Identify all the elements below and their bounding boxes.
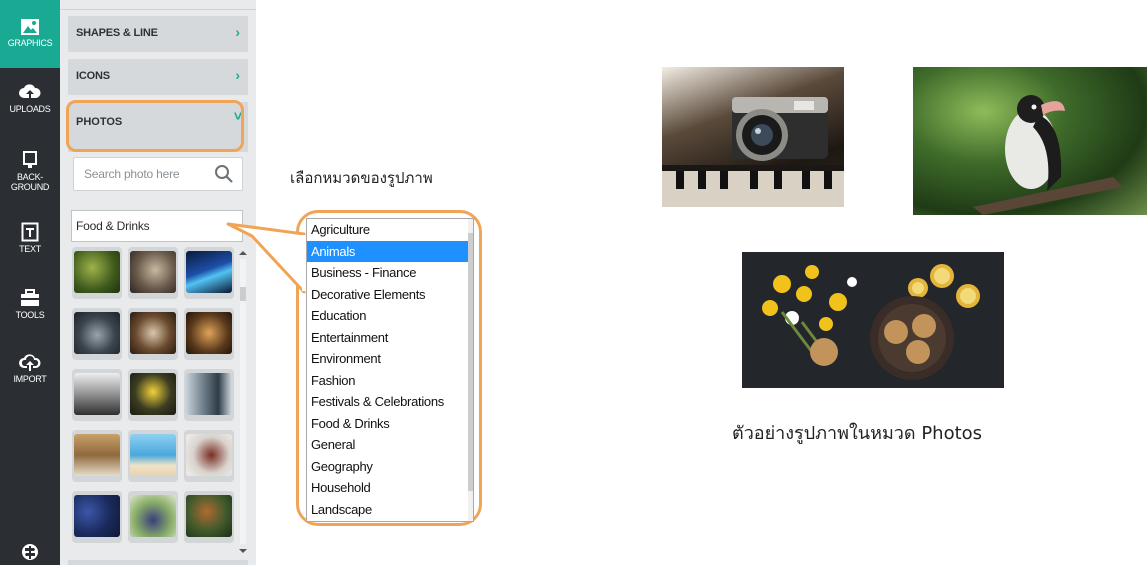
category-option[interactable]: Household	[307, 477, 473, 499]
scroll-down-arrow-icon[interactable]	[239, 549, 247, 553]
accordion-shapes-line[interactable]: SHAPES & LINE ›	[68, 16, 248, 52]
category-option[interactable]: Entertainment	[307, 327, 473, 349]
tool-uploads[interactable]: UPLOADS	[0, 84, 60, 114]
tool-import[interactable]: IMPORT	[0, 354, 60, 384]
photo-thumbnail[interactable]	[128, 308, 178, 360]
photo-thumbnail[interactable]	[128, 247, 178, 299]
category-option[interactable]: Agriculture	[307, 219, 473, 241]
category-option[interactable]: Decorative Elements	[307, 284, 473, 306]
cloud-upload-icon	[19, 84, 41, 100]
tool-label: GRAPHICS	[7, 38, 53, 48]
accordion-label: ICONS	[76, 70, 110, 82]
category-option[interactable]: Business - Finance	[307, 262, 473, 284]
food-illustration	[762, 264, 980, 380]
example-photos-caption: ตัวอย่างรูปภาพในหมวด Photos	[732, 423, 983, 444]
bird-illustration	[973, 95, 1123, 215]
panel-divider	[60, 9, 256, 10]
photo-thumbnail[interactable]	[184, 308, 234, 360]
accordion-icons[interactable]: ICONS ›	[68, 59, 248, 95]
category-option[interactable]: Education	[307, 305, 473, 327]
tool-background[interactable]: BACK- GROUND	[0, 150, 60, 192]
camera-illustration	[662, 97, 844, 207]
tool-label: BACK-	[16, 172, 43, 182]
main-toolbar: GRAPHICS UPLOADS BACK- GROUND TEXT TOOLS…	[0, 0, 60, 565]
chevron-right-icon: ›	[235, 24, 240, 40]
photo-thumbnail[interactable]	[72, 369, 122, 421]
chevron-right-icon: ›	[235, 67, 240, 83]
signpost-icon	[22, 544, 38, 560]
background-icon	[23, 151, 37, 168]
photo-thumbnail[interactable]	[184, 430, 234, 482]
tool-tools[interactable]: TOOLS	[0, 288, 60, 320]
photo-thumbnail[interactable]	[184, 369, 234, 421]
photo-thumbnail[interactable]	[72, 308, 122, 360]
tool-bottom[interactable]	[0, 543, 60, 563]
photo-thumbnail[interactable]	[72, 491, 122, 543]
photo-thumbnail[interactable]	[184, 491, 234, 543]
import-icon	[19, 354, 41, 371]
tool-label: IMPORT	[13, 374, 47, 384]
listbox-scrollbar-thumb[interactable]	[468, 233, 473, 491]
photo-thumbnail-grid	[72, 247, 238, 557]
photo-thumbnail[interactable]	[72, 247, 122, 299]
image-icon	[21, 19, 39, 35]
category-option[interactable]: Environment	[307, 348, 473, 370]
category-select[interactable]: Food & Drinks	[71, 210, 243, 242]
category-option[interactable]: Landscape	[307, 499, 473, 521]
category-option[interactable]: Food & Drinks	[307, 413, 473, 435]
sample-photo-food	[742, 252, 1004, 388]
toolbox-icon	[21, 289, 39, 306]
tool-graphics[interactable]: GRAPHICS	[0, 0, 60, 68]
tool-label: GROUND	[10, 182, 50, 192]
tool-label: TOOLS	[15, 310, 45, 320]
listbox-scrollbar[interactable]	[468, 219, 473, 521]
accordion-label: SHAPES & LINE	[76, 27, 158, 39]
search-placeholder: Search photo here	[84, 167, 180, 181]
category-option-selected[interactable]: Animals	[307, 240, 473, 262]
category-option[interactable]: Fashion	[307, 370, 473, 392]
photo-search-input[interactable]: Search photo here	[73, 157, 243, 191]
photos-highlight	[66, 100, 244, 152]
photo-thumbnail[interactable]	[128, 430, 178, 482]
photo-thumbnail[interactable]	[128, 491, 178, 543]
tool-text[interactable]: TEXT	[0, 222, 60, 254]
sample-photo-camera	[662, 67, 844, 207]
choose-category-caption: เลือกหมวดของรูปภาพ	[290, 169, 433, 187]
category-listbox[interactable]: Agriculture Animals Business - Finance D…	[306, 218, 474, 522]
scrollbar-track	[240, 259, 246, 544]
category-option[interactable]: Geography	[307, 456, 473, 478]
category-select-value: Food & Drinks	[76, 219, 150, 233]
search-icon	[215, 165, 233, 183]
tool-label: TEXT	[19, 244, 41, 254]
sample-photo-bird	[913, 67, 1147, 215]
category-option[interactable]: General	[307, 434, 473, 456]
category-option[interactable]: Festivals & Celebrations	[307, 391, 473, 413]
panel-bottom-strip	[68, 560, 248, 565]
photo-thumbnail[interactable]	[72, 430, 122, 482]
text-icon	[21, 222, 39, 242]
photo-thumbnail[interactable]	[128, 369, 178, 421]
tool-label: UPLOADS	[9, 104, 51, 114]
callout-arrow	[226, 222, 306, 294]
